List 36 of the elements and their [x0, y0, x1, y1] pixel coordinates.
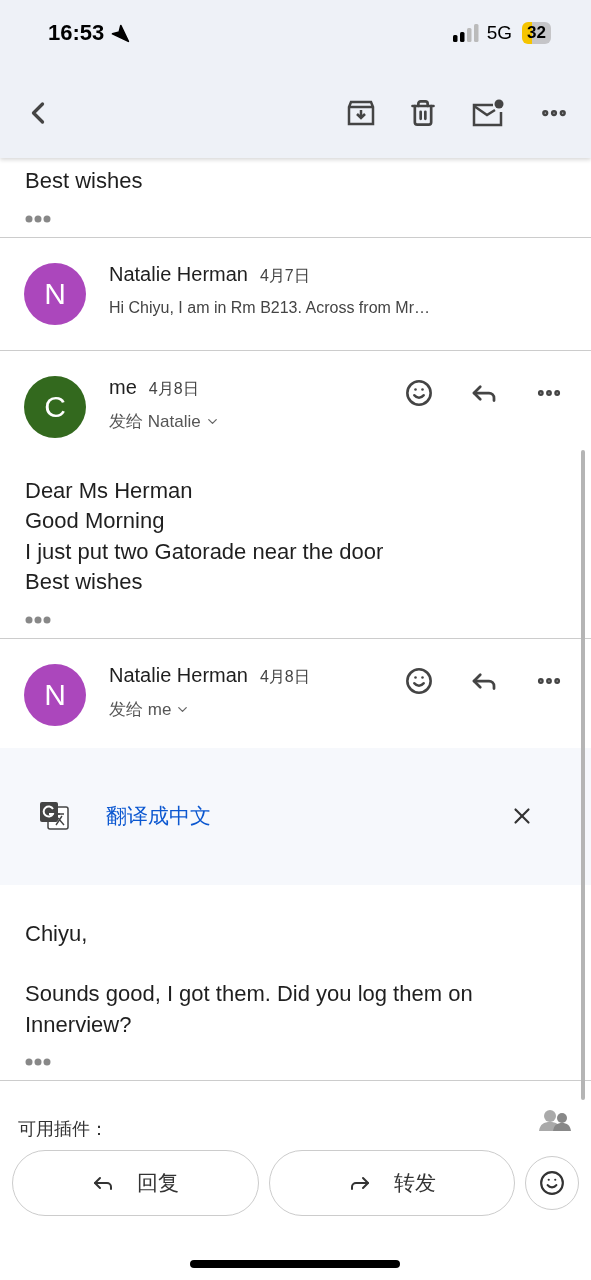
message-line: Dear Ms Herman [25, 476, 194, 505]
emoji-icon [539, 1170, 565, 1196]
recipient-toggle[interactable]: 发给 me [109, 697, 191, 721]
message-date: 4月8日 [148, 378, 199, 399]
translate-link[interactable]: 翻译成中文 [106, 802, 509, 830]
network-type: 5G [486, 22, 513, 44]
avatar: C [24, 375, 86, 438]
avatar: N [24, 663, 86, 726]
signal-icon [452, 24, 479, 42]
mark-unread-icon[interactable] [471, 99, 505, 127]
emoji-button[interactable] [525, 1156, 579, 1210]
message-date: 4月7日 [259, 265, 310, 286]
addons-label: 可用插件： [18, 1118, 108, 1137]
emoji-icon[interactable] [405, 378, 433, 407]
delete-icon[interactable] [409, 99, 437, 127]
message-snippet: Hi Chiyu, I am in Rm B213. Across from Mr… [109, 298, 431, 317]
forward-button[interactable]: 转发 [268, 1150, 515, 1216]
message-line: Best wishes [25, 568, 144, 596]
message-date: 4月8日 [259, 666, 310, 687]
sender-name: Natalie Herman [109, 262, 248, 286]
archive-icon[interactable] [347, 99, 375, 127]
reply-button[interactable]: 回复 [12, 1150, 259, 1216]
message-paragraph: Chiyu, [25, 919, 89, 948]
sender-name: me [109, 375, 137, 399]
avatar: N [24, 262, 86, 325]
clock: 16:53 [48, 20, 105, 46]
message-paragraph: Sounds good, I got them. Did you log them on Innerview? [25, 980, 474, 1039]
message-line: I just put two Gatorade near the door [25, 537, 385, 566]
location-icon [110, 23, 131, 43]
recipient-toggle[interactable]: 发给 Natalie [109, 409, 220, 433]
message-line: Best wishes [25, 167, 144, 195]
sender-name: Natalie Herman [109, 663, 248, 687]
people-icon [539, 1109, 571, 1131]
translate-icon [38, 800, 70, 832]
emoji-icon[interactable] [405, 666, 433, 695]
message-line: Good Morning [25, 507, 166, 535]
